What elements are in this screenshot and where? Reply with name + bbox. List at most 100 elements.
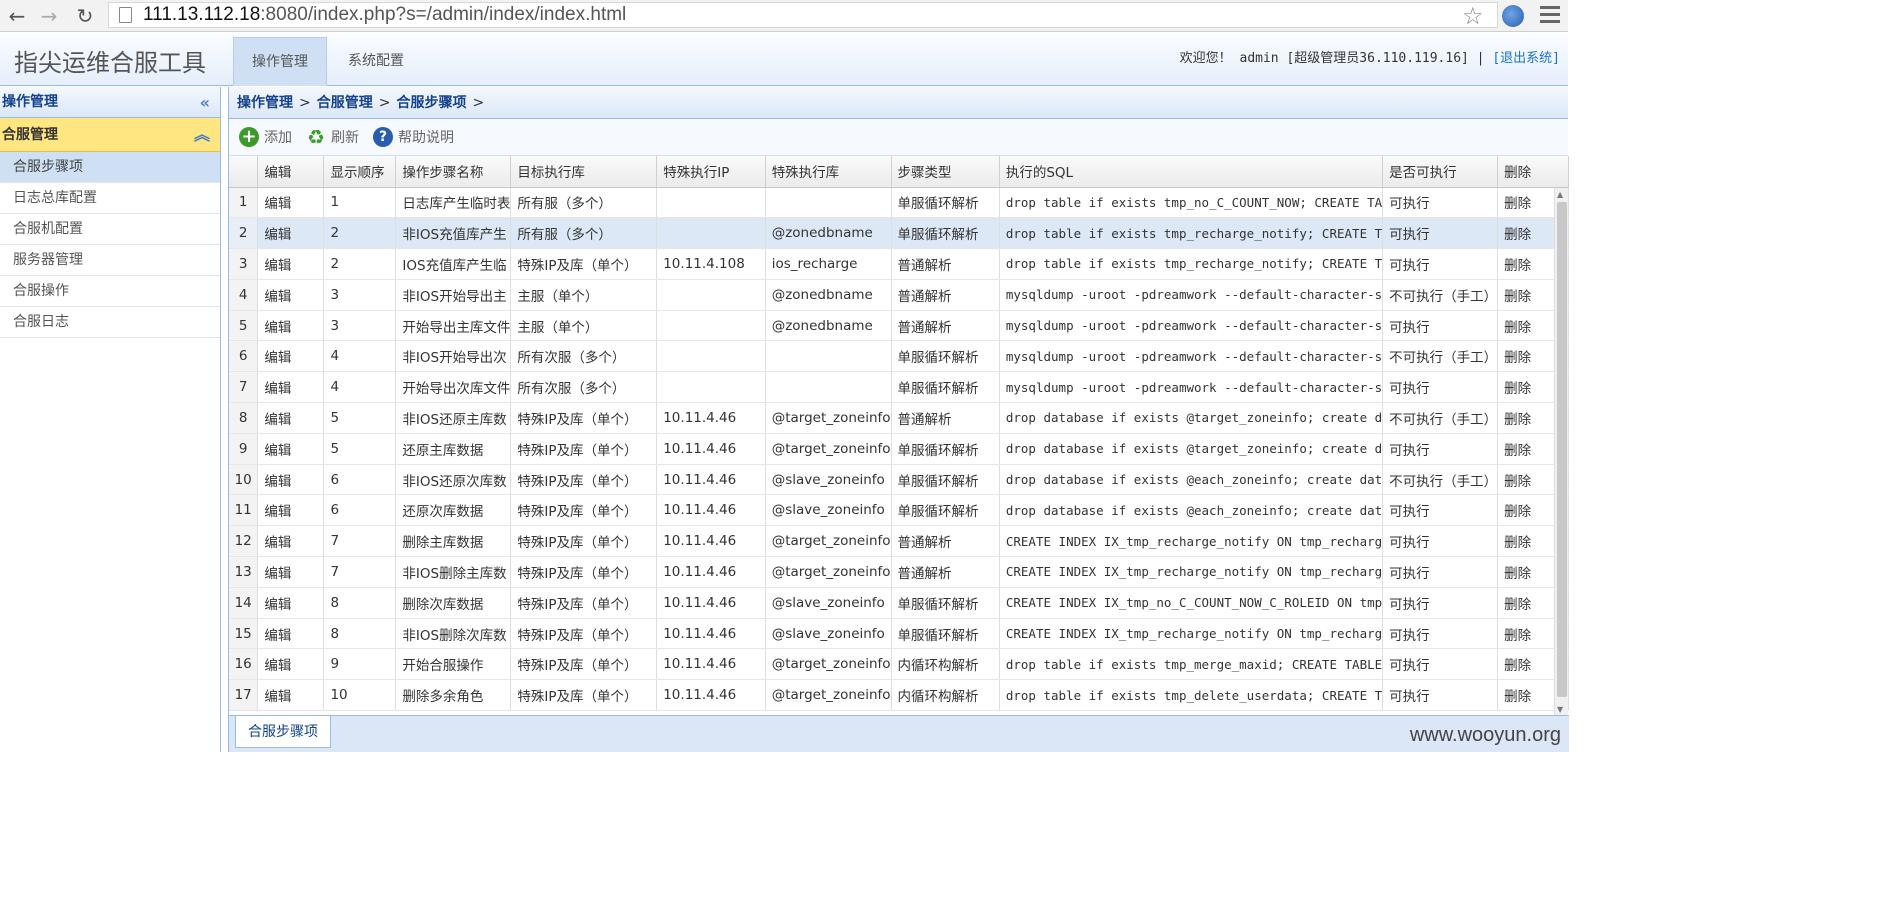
edit-link[interactable]: 编辑 [257, 464, 325, 496]
back-arrow-icon[interactable]: ← [4, 3, 30, 29]
sql-cell: mysqldump -uroot -pdreamwork --default-c… [999, 310, 1384, 342]
column-header[interactable]: 编辑 [257, 156, 325, 188]
table-row[interactable]: 15 编辑 8 非IOS删除次库数 特殊IP及库（单个） 10.11.4.46 @slave… [229, 618, 1569, 650]
edit-link[interactable]: 编辑 [257, 525, 325, 558]
grid-toolbar: + 添加 ♻ 刷新 ? 帮助说明 [229, 119, 1568, 156]
collapse-up-icon[interactable]: ︽ [194, 118, 210, 152]
special-db-cell: @zonedbname [765, 217, 892, 250]
scroll-down-icon[interactable]: ▼ [1557, 705, 1563, 714]
column-header[interactable]: 特殊执行库 [765, 156, 892, 188]
target-db-cell: 特殊IP及库（单个） [510, 587, 658, 619]
sidebar-item-merge-log[interactable]: 合服日志 [0, 307, 220, 338]
edit-link[interactable]: 编辑 [257, 187, 325, 219]
step-name-cell: 非IOS还原主库数 [395, 402, 512, 434]
executable-cell: 可执行 [1382, 618, 1499, 650]
tab-operation-management[interactable]: 操作管理 [233, 37, 327, 86]
column-header[interactable]: 目标执行库 [510, 156, 658, 188]
app-header: 指尖运维合服工具 操作管理 系统配置 欢迎您！ admin [超级管理员36.1… [0, 33, 1568, 86]
edit-link[interactable]: 编辑 [257, 217, 325, 250]
table-row[interactable]: 11 编辑 6 还原次库数据 特殊IP及库（单个） 10.11.4.46 @slave_zo… [229, 494, 1569, 527]
step-type-cell: 单服循环解析 [891, 618, 1000, 650]
sidebar-item-log-db-config[interactable]: 日志总库配置 [0, 183, 220, 214]
table-row[interactable]: 8 编辑 5 非IOS还原主库数 特殊IP及库（单个） 10.11.4.46 @target… [229, 402, 1569, 434]
edit-link[interactable]: 编辑 [257, 556, 325, 588]
reload-icon[interactable]: ↻ [72, 3, 98, 29]
row-number: 13 [229, 556, 259, 588]
column-header[interactable]: 操作步骤名称 [395, 156, 512, 188]
step-name-cell: 删除主库数据 [395, 525, 512, 558]
browser-menu-icon[interactable] [1540, 6, 1560, 27]
table-row[interactable]: 2 编辑 2 非IOS充值库产生 所有服（多个） @zonedbname 单服循环解析 dro… [229, 217, 1569, 250]
special-ip-cell: 10.11.4.46 [656, 433, 766, 465]
table-row[interactable]: 9 编辑 5 还原主库数据 特殊IP及库（单个） 10.11.4.46 @target_zo… [229, 433, 1569, 465]
globe-icon[interactable] [1502, 5, 1524, 27]
grid-scrollbar[interactable]: ▲ ▼ [1554, 188, 1568, 716]
table-row[interactable]: 6 编辑 4 非IOS开始导出次 所有次服（多个） 单服循环解析 mysqldump -ur… [229, 340, 1569, 373]
edit-link[interactable]: 编辑 [257, 340, 325, 373]
display-order-cell: 1 [323, 187, 397, 219]
sql-cell: drop table if exists tmp_no_C_COUNT_NOW;… [999, 187, 1384, 219]
sidebar-item-merge-machine-config[interactable]: 合服机配置 [0, 214, 220, 245]
step-name-cell: 开始导出次库文件 [395, 371, 512, 404]
sql-cell: drop table if exists tmp_merge_maxid; CR… [999, 648, 1384, 681]
url-text[interactable]: 111.13.112.18:8080/index.php?s=/admin/in… [143, 4, 626, 26]
scroll-up-icon[interactable]: ▲ [1557, 190, 1563, 199]
edit-link[interactable]: 编辑 [257, 371, 325, 404]
collapse-left-icon[interactable]: « [200, 87, 210, 118]
table-row[interactable]: 17 编辑 10 删除多余角色 特殊IP及库（单个） 10.11.4.46 @target_… [229, 679, 1569, 712]
table-row[interactable]: 10 编辑 6 非IOS还原次库数 特殊IP及库（单个） 10.11.4.46 @slave… [229, 464, 1569, 496]
table-row[interactable]: 12 编辑 7 删除主库数据 特殊IP及库（单个） 10.11.4.46 @target_z… [229, 525, 1569, 558]
edit-link[interactable]: 编辑 [257, 279, 325, 311]
edit-link[interactable]: 编辑 [257, 679, 325, 712]
special-ip-cell [656, 217, 766, 250]
column-header[interactable]: 特殊执行IP [656, 156, 766, 188]
column-header[interactable]: 步骤类型 [891, 156, 1000, 188]
step-name-cell: 非IOS删除主库数 [395, 556, 512, 588]
row-number: 14 [229, 587, 259, 619]
edit-link[interactable]: 编辑 [257, 648, 325, 681]
table-row[interactable]: 16 编辑 9 开始合服操作 特殊IP及库（单个） 10.11.4.46 @target_z… [229, 648, 1569, 681]
edit-link[interactable]: 编辑 [257, 494, 325, 527]
table-row[interactable]: 3 编辑 2 IOS充值库产生临 特殊IP及库（单个） 10.11.4.108 ios_re… [229, 248, 1569, 280]
help-button[interactable]: ? 帮助说明 [373, 127, 454, 147]
logout-link[interactable]: [退出系统] [1492, 51, 1560, 66]
table-row[interactable]: 4 编辑 3 非IOS开始导出主 主服（单个） @zonedbname 普通解析 mysqld… [229, 279, 1569, 311]
tab-merge-steps[interactable]: 合服步骤项 [235, 716, 331, 748]
breadcrumb-item[interactable]: 操作管理 [237, 95, 293, 111]
refresh-button[interactable]: ♻ 刷新 [306, 127, 359, 147]
edit-link[interactable]: 编辑 [257, 402, 325, 434]
executable-cell: 可执行 [1382, 248, 1499, 280]
address-bar[interactable]: 111.13.112.18:8080/index.php?s=/admin/in… [108, 2, 1498, 28]
step-type-cell: 单服循环解析 [891, 187, 1000, 219]
edit-link[interactable]: 编辑 [257, 248, 325, 280]
edit-link[interactable]: 编辑 [257, 433, 325, 465]
table-row[interactable]: 14 编辑 8 删除次库数据 特殊IP及库（单个） 10.11.4.46 @slave_zo… [229, 587, 1569, 619]
sidebar-group-merge-management[interactable]: 合服管理 ︽ [0, 118, 220, 152]
sidebar-item-merge-operation[interactable]: 合服操作 [0, 276, 220, 307]
edit-link[interactable]: 编辑 [257, 587, 325, 619]
step-type-cell: 普通解析 [891, 402, 1000, 434]
table-row[interactable]: 1 编辑 1 日志库产生临时表 所有服（多个） 单服循环解析 drop table if e… [229, 187, 1569, 219]
scroll-thumb[interactable] [1557, 202, 1567, 697]
edit-link[interactable]: 编辑 [257, 310, 325, 342]
sidebar-item-server-management[interactable]: 服务器管理 [0, 245, 220, 276]
breadcrumb-item[interactable]: 合服步骤项 [396, 95, 466, 111]
display-order-cell: 7 [323, 525, 397, 558]
breadcrumb-item[interactable]: 合服管理 [317, 95, 373, 111]
column-header[interactable]: 执行的SQL [999, 156, 1384, 188]
special-ip-cell: 10.11.4.108 [656, 248, 766, 280]
table-row[interactable]: 7 编辑 4 开始导出次库文件 所有次服（多个） 单服循环解析 mysqldump -uro… [229, 371, 1569, 404]
sidebar-item-merge-steps[interactable]: 合服步骤项 [0, 152, 220, 183]
tab-system-config[interactable]: 系统配置 [330, 37, 422, 86]
table-row[interactable]: 5 编辑 3 开始导出主库文件 主服（单个） @zonedbname 普通解析 mysqldu… [229, 310, 1569, 342]
edit-link[interactable]: 编辑 [257, 618, 325, 650]
bookmark-star-icon[interactable]: ☆ [1462, 2, 1484, 30]
forward-arrow-icon[interactable]: → [36, 3, 62, 29]
column-header[interactable]: 是否可执行 [1382, 156, 1499, 188]
column-header[interactable]: 删除 [1497, 156, 1569, 188]
add-button[interactable]: + 添加 [239, 127, 292, 147]
table-row[interactable]: 13 编辑 7 非IOS删除主库数 特殊IP及库（单个） 10.11.4.46 @targe… [229, 556, 1569, 588]
display-order-cell: 4 [323, 371, 397, 404]
step-type-cell: 普通解析 [891, 310, 1000, 342]
column-header[interactable]: 显示顺序 [323, 156, 397, 188]
